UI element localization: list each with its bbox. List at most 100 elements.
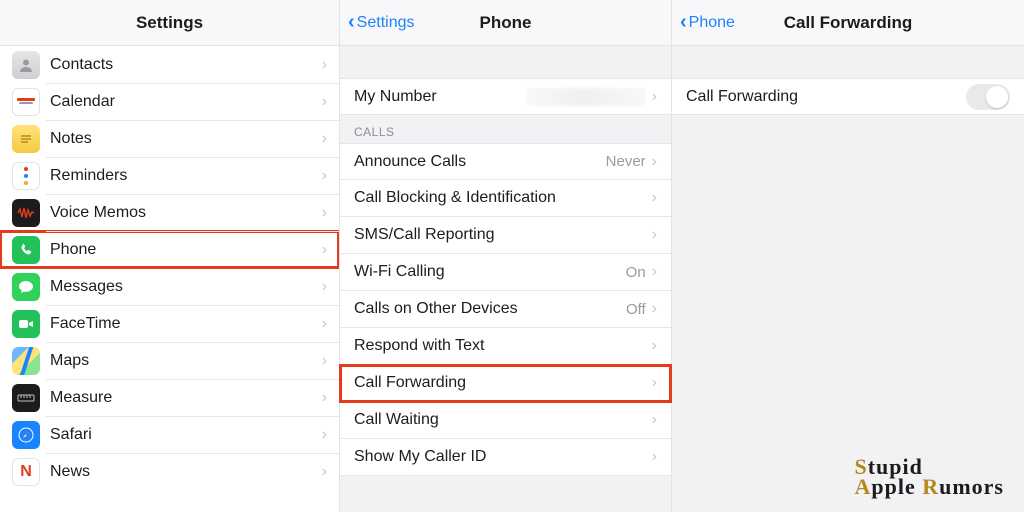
settings-item-label: Notes [50, 130, 322, 148]
settings-item-voice-memos[interactable]: Voice Memos › [0, 194, 339, 231]
settings-item-label: News [50, 463, 322, 481]
settings-item-label: Contacts [50, 56, 322, 74]
chevron-right-icon: › [322, 93, 327, 111]
settings-header: Settings [0, 0, 339, 46]
chevron-right-icon: › [322, 426, 327, 444]
back-label: Phone [689, 14, 735, 32]
chevron-right-icon: › [322, 315, 327, 333]
my-number-value-redacted [526, 88, 646, 106]
chevron-left-icon: ‹ [348, 11, 355, 34]
settings-item-calendar[interactable]: Calendar › [0, 83, 339, 120]
measure-icon [12, 384, 40, 412]
settings-title: Settings [136, 13, 203, 33]
settings-item-reminders[interactable]: Reminders › [0, 157, 339, 194]
row-label: Call Forwarding [354, 374, 652, 392]
call-forwarding-header: ‹ Phone Call Forwarding [672, 0, 1024, 46]
chevron-right-icon: › [322, 56, 327, 74]
chevron-right-icon: › [652, 88, 657, 106]
chevron-right-icon: › [322, 278, 327, 296]
app-root: Settings Contacts › Calendar › [0, 0, 1024, 512]
call-forwarding-toggle-row: Call Forwarding [672, 78, 1024, 115]
call-blocking-row[interactable]: Call Blocking & Identification › [340, 180, 671, 217]
switch-knob [986, 86, 1008, 108]
chevron-right-icon: › [652, 153, 657, 171]
chevron-right-icon: › [652, 226, 657, 244]
row-label: Wi-Fi Calling [354, 263, 626, 281]
phone-icon [12, 236, 40, 264]
announce-calls-row[interactable]: Announce Calls Never › [340, 143, 671, 180]
phone-header: ‹ Settings Phone [340, 0, 671, 46]
row-label: SMS/Call Reporting [354, 226, 652, 244]
settings-item-news[interactable]: N News › [0, 453, 339, 490]
chevron-right-icon: › [322, 130, 327, 148]
settings-item-messages[interactable]: Messages › [0, 268, 339, 305]
chevron-right-icon: › [652, 189, 657, 207]
chevron-right-icon: › [322, 389, 327, 407]
settings-item-notes[interactable]: Notes › [0, 120, 339, 157]
settings-item-label: Phone [50, 241, 322, 259]
chevron-right-icon: › [322, 167, 327, 185]
voice-memos-icon [12, 199, 40, 227]
settings-item-label: Maps [50, 352, 322, 370]
maps-icon [12, 347, 40, 375]
call-forwarding-row[interactable]: Call Forwarding › [340, 365, 671, 402]
settings-item-label: Reminders [50, 167, 322, 185]
settings-item-contacts[interactable]: Contacts › [0, 46, 339, 83]
call-forwarding-toggle-label: Call Forwarding [686, 88, 966, 106]
chevron-left-icon: ‹ [680, 11, 687, 34]
chevron-right-icon: › [322, 352, 327, 370]
row-value: On [626, 264, 646, 281]
safari-icon [12, 421, 40, 449]
settings-item-label: Calendar [50, 93, 322, 111]
settings-item-measure[interactable]: Measure › [0, 379, 339, 416]
my-number-label: My Number [354, 88, 526, 106]
back-to-phone-button[interactable]: ‹ Phone [672, 11, 735, 34]
row-label: Calls on Other Devices [354, 300, 626, 318]
calls-other-devices-row[interactable]: Calls on Other Devices Off › [340, 291, 671, 328]
settings-item-label: FaceTime [50, 315, 322, 333]
reminders-icon [12, 162, 40, 190]
back-label: Settings [357, 14, 415, 32]
chevron-right-icon: › [652, 448, 657, 466]
chevron-right-icon: › [652, 411, 657, 429]
settings-item-label: Voice Memos [50, 204, 322, 222]
row-label: Respond with Text [354, 337, 652, 355]
chevron-right-icon: › [322, 241, 327, 259]
phone-pane: ‹ Settings Phone My Number › CALLS Annou… [340, 0, 672, 512]
wm-pple: pple [871, 474, 922, 499]
row-value: Off [626, 301, 646, 318]
watermark: Stupid Apple Rumors [854, 456, 1004, 498]
settings-item-facetime[interactable]: FaceTime › [0, 305, 339, 342]
chevron-right-icon: › [652, 374, 657, 392]
back-to-settings-button[interactable]: ‹ Settings [340, 11, 414, 34]
wifi-calling-row[interactable]: Wi-Fi Calling On › [340, 254, 671, 291]
settings-item-maps[interactable]: Maps › [0, 342, 339, 379]
settings-item-phone[interactable]: Phone › [0, 231, 339, 268]
row-label: Show My Caller ID [354, 448, 652, 466]
call-forwarding-switch[interactable] [966, 84, 1010, 110]
news-icon: N [12, 458, 40, 486]
wm-a: A [854, 474, 871, 499]
row-label: Call Waiting [354, 411, 652, 429]
chevron-right-icon: › [652, 337, 657, 355]
sms-call-reporting-row[interactable]: SMS/Call Reporting › [340, 217, 671, 254]
row-value: Never [606, 153, 646, 170]
my-number-row[interactable]: My Number › [340, 78, 671, 115]
show-my-caller-id-row[interactable]: Show My Caller ID › [340, 439, 671, 476]
contacts-icon [12, 51, 40, 79]
settings-item-safari[interactable]: Safari › [0, 416, 339, 453]
wm-umors: umors [939, 474, 1004, 499]
call-forwarding-pane: ‹ Phone Call Forwarding Call Forwarding … [672, 0, 1024, 512]
settings-item-label: Measure [50, 389, 322, 407]
phone-body: My Number › CALLS Announce Calls Never ›… [340, 46, 671, 512]
chevron-right-icon: › [652, 300, 657, 318]
chevron-right-icon: › [652, 263, 657, 281]
respond-with-text-row[interactable]: Respond with Text › [340, 328, 671, 365]
wm-r: R [922, 474, 939, 499]
messages-icon [12, 273, 40, 301]
settings-item-label: Safari [50, 426, 322, 444]
row-label: Announce Calls [354, 153, 606, 171]
call-forwarding-body: Call Forwarding [672, 46, 1024, 512]
settings-list: Contacts › Calendar › Notes › [0, 46, 339, 512]
call-waiting-row[interactable]: Call Waiting › [340, 402, 671, 439]
